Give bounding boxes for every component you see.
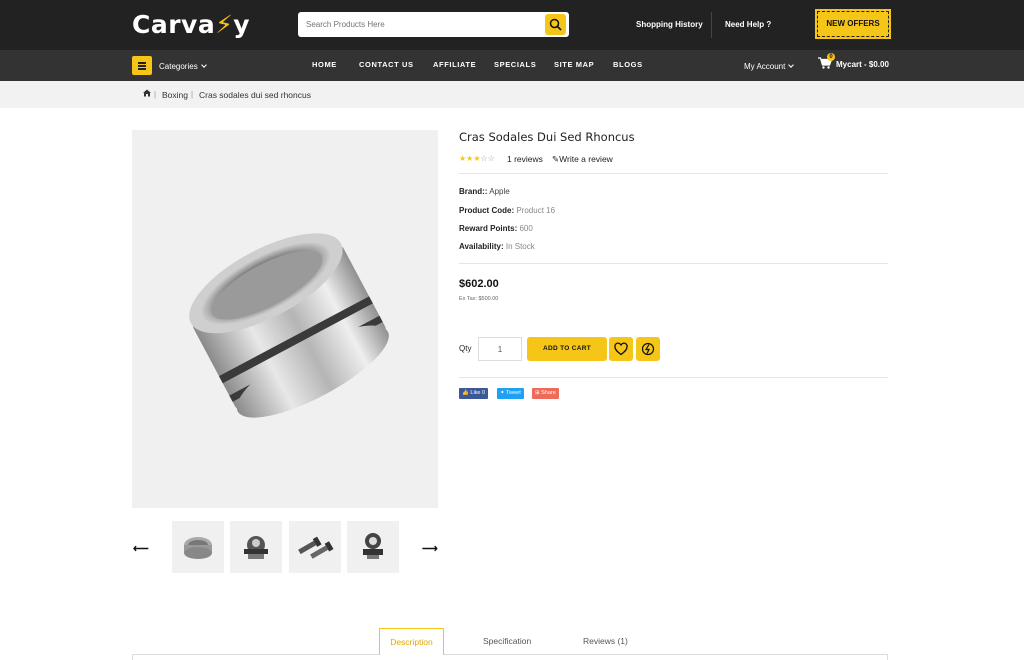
nav-specials[interactable]: SPECIALS [494,60,536,69]
breadcrumb: | Boxing | Cras sodales dui sed rhoncus [0,81,1024,108]
nav-site-map[interactable]: SITE MAP [554,60,594,69]
chevron-down-icon [788,62,795,68]
thumbnail-3[interactable] [289,521,341,573]
tab-border-left [132,655,133,660]
breadcrumb-boxing[interactable]: Boxing [162,90,188,100]
search-button[interactable] [545,14,566,35]
lightning-bolt-icon: ⚡ [215,10,234,39]
facebook-like-button[interactable]: 👍 Like 0 [459,388,489,399]
product-title: Cras Sodales Dui Sed Rhoncus [459,130,635,144]
divider [711,12,712,38]
divider [459,173,888,174]
rating-stars: ★★★☆☆ [459,154,495,163]
quantity-input[interactable] [478,337,522,361]
star-icon: ★ [473,154,481,163]
tab-underline [132,654,888,655]
availability-row: Availability: In Stock [459,242,535,251]
main-product-image[interactable] [132,130,438,508]
search-box [298,12,569,37]
tab-reviews[interactable]: Reviews (1) [583,636,628,646]
my-account-dropdown[interactable]: My Account [744,62,795,71]
divider [459,377,888,378]
tweet-button[interactable]: ✦ Tweet [497,388,524,399]
qty-label: Qty [459,344,472,353]
tab-specification[interactable]: Specification [483,636,531,646]
thumbnail-4[interactable] [347,521,399,573]
product-code-row: Product Code: Product 16 [459,206,556,215]
search-icon [549,18,562,31]
breadcrumb-separator: | [154,90,157,99]
nav-home[interactable]: HOME [312,60,337,69]
product-price: $602.00 [459,278,499,290]
share-icon: ⊞ [535,390,540,396]
nav-contact-us[interactable]: CONTACT US [359,60,414,69]
compare-button[interactable] [636,337,660,361]
share-button[interactable]: ⊞ Share [532,388,559,399]
shopping-history-link[interactable]: Shopping History [636,20,703,29]
heart-icon [614,342,628,356]
divider [459,263,888,264]
site-logo[interactable]: Carva⚡y [132,10,250,39]
brand-value[interactable]: Apple [489,187,509,196]
thumbnail-1[interactable] [172,521,224,573]
search-input[interactable] [306,16,536,33]
nav-affiliate[interactable]: AFFILIATE [433,60,476,69]
top-header: Carva⚡y Shopping History Need Help ? NEW… [0,0,1024,50]
brand-row: Brand:: Apple [459,187,510,196]
ex-tax-price: Ex Tax: $500.00 [459,296,499,302]
need-help-link[interactable]: Need Help ? [725,20,771,29]
star-outline-icon: ☆ [487,154,495,163]
reviews-link[interactable]: 1 reviews [507,154,543,164]
mycart-link[interactable]: Mycart - $0.00 [836,60,889,69]
new-offers-button[interactable]: NEW OFFERS [815,9,891,39]
reward-points-row: Reward Points: 600 [459,224,533,233]
nav-blogs[interactable]: BLOGS [613,60,643,69]
thumbnail-2[interactable] [230,521,282,573]
star-outline-icon: ☆ [480,154,488,163]
prev-arrow-icon[interactable]: ⟵ [133,542,149,555]
write-review-link[interactable]: ✎Write a review [552,154,613,165]
breadcrumb-current: Cras sodales dui sed rhoncus [199,90,311,100]
breadcrumb-separator: | [191,90,194,99]
next-arrow-icon[interactable]: ⟶ [422,542,438,555]
twitter-icon: ✦ [500,390,505,396]
thumbs-up-icon: 👍 [462,390,469,396]
categories-menu-button[interactable] [132,56,152,75]
categories-dropdown[interactable]: Categories [159,62,207,71]
chevron-down-icon [200,62,207,68]
cart-count-badge: 0 [827,53,835,61]
compare-icon [641,342,655,356]
wishlist-button[interactable] [609,337,633,361]
tab-border-right [887,655,888,660]
tab-description[interactable]: Description [379,628,444,655]
metal-ring-image [189,233,389,418]
add-to-cart-button[interactable]: ADD TO CART [527,337,607,361]
home-icon[interactable] [143,89,151,97]
